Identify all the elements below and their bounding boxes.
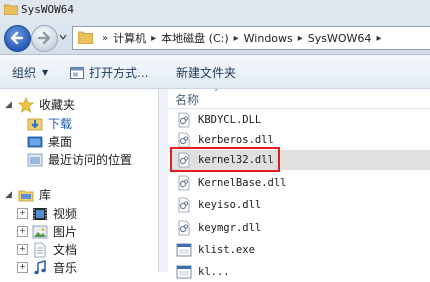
- organize-button[interactable]: 组织 ▼: [12, 64, 48, 81]
- documents-icon: [34, 242, 46, 257]
- history-dropdown-icon[interactable]: [58, 32, 68, 42]
- chevron-right-icon[interactable]: ▸: [231, 33, 242, 44]
- dll-file-icon: [178, 197, 190, 213]
- nav-libraries[interactable]: ◢ 库: [5, 186, 51, 203]
- address-bar[interactable]: » 计算机 ▸ 本地磁盘 (C:) ▸ Windows ▸ SysWOW64 ▸: [72, 26, 430, 50]
- forward-button[interactable]: [31, 25, 58, 52]
- back-arrow-icon: [10, 31, 24, 45]
- file-name: kl...: [198, 266, 230, 278]
- dll-file-icon: [178, 132, 190, 148]
- folder-icon: [4, 4, 18, 15]
- chevron-right-icon[interactable]: ▸: [373, 33, 384, 44]
- dll-file-icon: [178, 175, 190, 191]
- file-row[interactable]: KBDYCL.DLL: [170, 110, 430, 130]
- pictures-icon: [32, 225, 48, 238]
- recent-places-icon: [27, 153, 43, 166]
- window-title: SysWOW64: [21, 3, 74, 16]
- music-icon: [34, 259, 46, 274]
- file-name: kerberos.dll: [198, 134, 274, 146]
- library-icon: [18, 190, 34, 201]
- downloads-folder-icon: [27, 118, 43, 130]
- file-row[interactable]: klist.exe: [170, 240, 430, 260]
- nav-item-desktop-label: 桌面: [48, 135, 73, 149]
- red-highlight-box: [170, 147, 280, 172]
- file-row[interactable]: keymgr.dll: [170, 218, 430, 238]
- expand-icon[interactable]: +: [17, 262, 28, 273]
- file-row[interactable]: KernelBase.dll: [170, 173, 430, 193]
- desktop-icon: [27, 136, 43, 147]
- nav-item-documents[interactable]: + 文档: [17, 241, 77, 258]
- exe-file-icon: [176, 265, 192, 279]
- file-name: keyiso.dll: [198, 199, 262, 211]
- nav-favorites-label: 收藏夹: [39, 98, 76, 112]
- nav-item-downloads[interactable]: 下载: [27, 115, 72, 132]
- dropdown-arrow-icon: ▼: [42, 68, 49, 77]
- new-folder-button[interactable]: 新建文件夹: [176, 64, 236, 81]
- exe-file-icon: [176, 243, 192, 257]
- nav-item-music[interactable]: + 音乐: [17, 259, 77, 276]
- sort-caret-icon: ⌃: [213, 88, 220, 97]
- file-name: keymgr.dll: [198, 222, 262, 234]
- open-with-label: 打开方式...: [89, 66, 149, 80]
- title-bar: SysWOW64: [0, 0, 430, 21]
- file-name: KBDYCL.DLL: [198, 114, 262, 126]
- breadcrumb-root-chevron[interactable]: »: [99, 33, 111, 44]
- collapse-arrow-icon[interactable]: ◢: [5, 100, 15, 110]
- navigation-pane: ◢ 收藏夹 下载 桌面 最近访问的位置 ◢ 库 + 视频 + 图片 + 文档 +…: [0, 89, 159, 275]
- star-icon: [18, 96, 34, 113]
- organize-label: 组织: [12, 66, 37, 80]
- file-name: KernelBase.dll: [198, 177, 287, 189]
- nav-item-desktop[interactable]: 桌面: [27, 133, 72, 150]
- nav-item-videos-label: 视频: [53, 207, 78, 221]
- breadcrumb-windows[interactable]: Windows: [242, 32, 295, 45]
- nav-item-downloads-label: 下载: [48, 117, 73, 131]
- nav-item-recent-label: 最近访问的位置: [48, 153, 133, 167]
- new-folder-label: 新建文件夹: [176, 66, 237, 80]
- nav-favorites[interactable]: ◢ 收藏夹: [5, 96, 75, 113]
- nav-libraries-label: 库: [39, 188, 52, 202]
- file-name: klist.exe: [198, 244, 255, 256]
- expand-icon[interactable]: +: [17, 226, 28, 237]
- nav-item-music-label: 音乐: [53, 261, 78, 275]
- nav-item-videos[interactable]: + 视频: [17, 205, 77, 222]
- forward-arrow-icon: [37, 31, 51, 45]
- expand-icon[interactable]: +: [17, 208, 28, 219]
- command-toolbar: 组织 ▼ 打开方式... 新建文件夹: [0, 55, 430, 89]
- breadcrumb: » 计算机 ▸ 本地磁盘 (C:) ▸ Windows ▸ SysWOW64 ▸: [99, 27, 384, 49]
- chevron-right-icon[interactable]: ▸: [148, 33, 159, 44]
- file-row[interactable]: kl...: [170, 262, 430, 282]
- nav-item-recent-places[interactable]: 最近访问的位置: [27, 151, 132, 168]
- breadcrumb-syswow64[interactable]: SysWOW64: [306, 32, 374, 45]
- address-folder-icon: [78, 31, 93, 44]
- navigation-bar: » 计算机 ▸ 本地磁盘 (C:) ▸ Windows ▸ SysWOW64 ▸: [0, 20, 430, 55]
- expand-icon[interactable]: +: [17, 244, 28, 255]
- collapse-arrow-icon[interactable]: ◢: [5, 190, 15, 200]
- dll-file-icon: [178, 112, 190, 128]
- breadcrumb-computer[interactable]: 计算机: [111, 30, 148, 46]
- column-header-name[interactable]: ⌃ 名称: [168, 88, 430, 109]
- back-button[interactable]: [4, 25, 31, 52]
- open-with-icon: [70, 66, 84, 79]
- nav-item-documents-label: 文档: [53, 243, 78, 257]
- nav-item-pictures-label: 图片: [53, 225, 78, 239]
- chevron-right-icon[interactable]: ▸: [295, 33, 306, 44]
- file-row[interactable]: keyiso.dll: [170, 195, 430, 215]
- breadcrumb-local-disk[interactable]: 本地磁盘 (C:): [159, 30, 230, 46]
- column-header-name-label: 名称: [175, 93, 200, 107]
- open-with-button[interactable]: 打开方式...: [70, 64, 148, 81]
- videos-icon: [33, 207, 47, 220]
- pane-splitter-scrollbar[interactable]: [159, 89, 168, 272]
- nav-item-pictures[interactable]: + 图片: [17, 223, 77, 240]
- dll-file-icon: [178, 220, 190, 236]
